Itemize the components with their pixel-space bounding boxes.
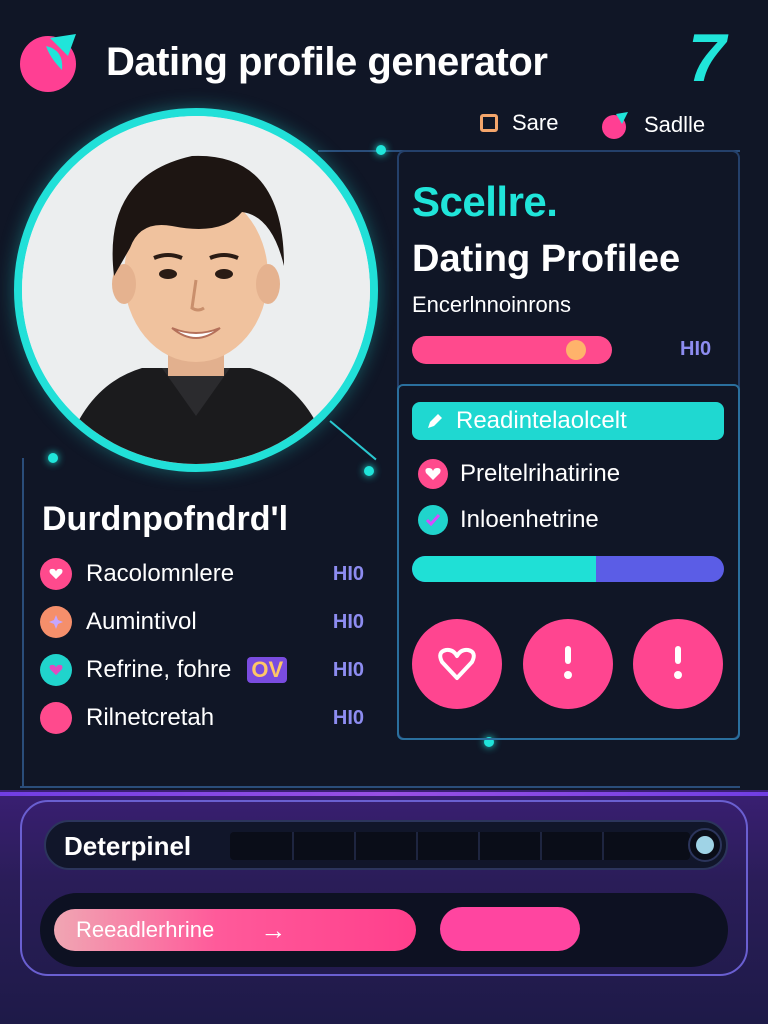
connector-line-diagonal — [329, 420, 377, 461]
connector-node — [48, 453, 58, 463]
save-option-label: Sare — [512, 110, 559, 135]
detail-item[interactable]: Racolomnlere HI0 — [40, 557, 364, 591]
generate-label: Reeadlerhrine — [76, 917, 215, 942]
connector-line-bottom — [20, 786, 740, 788]
check-icon — [418, 505, 448, 535]
record-button[interactable] — [688, 828, 722, 862]
like-button[interactable] — [412, 619, 502, 709]
detail-item[interactable]: Aumintivol HI0 — [40, 605, 364, 639]
detail-label: Rilnetcretah — [86, 704, 215, 731]
detail-item[interactable]: Refrine, fohre OV HI0 — [40, 653, 364, 687]
avatar — [14, 108, 378, 472]
input-divider — [602, 832, 604, 860]
feature-item[interactable]: Preltelrihatirine — [418, 459, 620, 489]
match-progress-bar — [412, 556, 724, 582]
info-button[interactable] — [523, 619, 613, 709]
heart-icon — [418, 459, 448, 489]
input-divider — [354, 832, 356, 860]
exclamation-icon — [564, 646, 572, 679]
checkbox-icon[interactable] — [480, 114, 498, 132]
detail-value: HI0 — [332, 658, 364, 681]
input-divider — [540, 832, 542, 860]
bottom-glow — [0, 792, 768, 796]
generate-button[interactable]: Reeadlerhrine → — [54, 909, 416, 951]
profile-title: Dating Profilee — [412, 238, 681, 280]
detail-tag: OV — [247, 657, 288, 683]
pencil-icon — [428, 414, 442, 428]
match-progress-fill — [412, 556, 597, 582]
save-option[interactable]: Sare — [480, 110, 558, 136]
info-button[interactable] — [633, 619, 723, 709]
record-icon — [696, 836, 714, 854]
settings-option[interactable]: Sadlle — [600, 110, 705, 140]
app-title: Dating profile generator — [106, 40, 548, 84]
progress-knob[interactable] — [566, 340, 586, 360]
highlight-bar[interactable]: Readintelaolcelt — [412, 402, 724, 440]
detail-label: Racolomnlere — [86, 560, 235, 587]
feature-item[interactable]: Inloenhetrine — [418, 505, 599, 535]
corner-mark: 7 — [688, 20, 726, 96]
exclamation-icon — [674, 646, 682, 679]
profile-subtitle: Encerlnnoinrons — [412, 292, 571, 317]
detail-value: HI0 — [332, 562, 364, 585]
heart-outline-icon — [438, 647, 476, 680]
detail-item[interactable]: Rilnetcretah HI0 — [40, 701, 364, 735]
detail-value: HI0 — [332, 706, 364, 729]
heart-icon — [40, 558, 72, 590]
details-title: Durdnpofndrd'l — [42, 500, 289, 538]
settings-blob-icon — [602, 112, 628, 139]
settings-option-label: Sadlle — [644, 112, 706, 137]
detail-value: HI0 — [332, 610, 364, 633]
profile-photo — [22, 116, 370, 464]
brand-label: Scellre. — [412, 178, 558, 225]
heart-icon — [40, 654, 72, 686]
composer-input[interactable] — [230, 832, 690, 860]
feature-label: Inloenhetrine — [460, 506, 599, 533]
sparkle-icon — [40, 606, 72, 638]
feature-label: Preltelrihatirine — [460, 460, 621, 487]
highlight-label: Readintelaolcelt — [456, 407, 627, 434]
dot-icon — [40, 702, 72, 734]
secondary-button[interactable] — [440, 907, 580, 951]
connector-node — [364, 466, 374, 476]
input-divider — [292, 832, 294, 860]
arrow-right-icon: → — [260, 914, 287, 945]
progress-value: HI0 — [680, 338, 712, 360]
connector-line-left — [22, 458, 24, 788]
connector-node — [376, 145, 386, 155]
input-divider — [416, 832, 418, 860]
app-logo-icon — [16, 28, 80, 94]
composer-label: Deterpinel — [64, 831, 192, 861]
detail-label: Refrine, fohre — [86, 656, 232, 683]
profile-progress-bar[interactable] — [412, 336, 612, 364]
input-divider — [478, 832, 480, 860]
detail-label: Aumintivol — [86, 608, 197, 635]
